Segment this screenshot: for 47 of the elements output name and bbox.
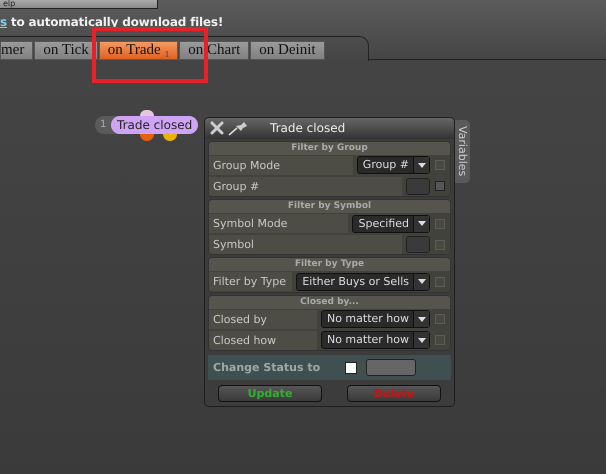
field-label: Group Mode <box>209 156 353 175</box>
event-tab[interactable]: on Deinit <box>250 41 325 60</box>
field-label: Closed how <box>209 330 317 350</box>
dropdown[interactable]: Either Buys or Sells <box>296 272 430 291</box>
window-title: Trade closed <box>270 121 346 136</box>
input-field[interactable] <box>406 178 430 195</box>
update-button[interactable]: Update <box>218 385 322 402</box>
section-header: Filter by Group <box>209 142 450 155</box>
status-field[interactable] <box>366 359 416 376</box>
checkbox[interactable] <box>435 276 445 287</box>
checkbox[interactable] <box>435 181 445 192</box>
field-label: Group # <box>209 176 402 196</box>
section-header: Filter by Type <box>209 258 450 272</box>
event-tab[interactable]: on Tick <box>34 41 98 60</box>
dropdown[interactable]: Specified <box>352 214 430 233</box>
caret-icon <box>418 162 426 168</box>
dropdown[interactable]: No matter how <box>320 310 430 328</box>
input-field[interactable] <box>406 236 430 254</box>
dropdown[interactable]: No matter how <box>320 331 430 350</box>
pin-icon[interactable] <box>228 120 250 136</box>
caret-icon <box>418 316 426 322</box>
caret-icon <box>418 338 426 343</box>
checkbox[interactable] <box>345 362 357 374</box>
field-label: Symbol <box>209 235 402 254</box>
event-tab[interactable]: mer <box>0 41 34 60</box>
caret-icon <box>418 221 426 226</box>
download-link[interactable]: s <box>0 15 7 29</box>
section-header: Filter by Symbol <box>209 200 450 214</box>
dropdown[interactable]: Group # <box>356 156 430 174</box>
section-header: Closed by... <box>209 296 450 309</box>
checkbox[interactable] <box>435 160 445 170</box>
status-label: Change Status to <box>213 361 322 374</box>
close-icon[interactable] <box>210 121 224 136</box>
event-tab[interactable]: on Trade $_{1}$ <box>98 41 178 60</box>
checkbox[interactable] <box>435 314 445 324</box>
checkbox[interactable] <box>435 218 445 229</box>
help-button[interactable]: elp <box>0 0 158 9</box>
node-label[interactable]: Trade closed <box>111 116 198 134</box>
field-label: Closed by <box>209 310 317 329</box>
checkbox[interactable] <box>435 240 445 250</box>
field-label: Symbol Mode <box>209 214 348 234</box>
download-notice: s to automatically download files! <box>0 15 224 29</box>
checkbox[interactable] <box>435 335 445 346</box>
event-tab[interactable]: on Chart <box>179 41 250 60</box>
caret-icon <box>418 279 426 284</box>
field-label: Filter by Type <box>209 272 292 292</box>
side-tab[interactable]: Variables <box>455 120 470 183</box>
